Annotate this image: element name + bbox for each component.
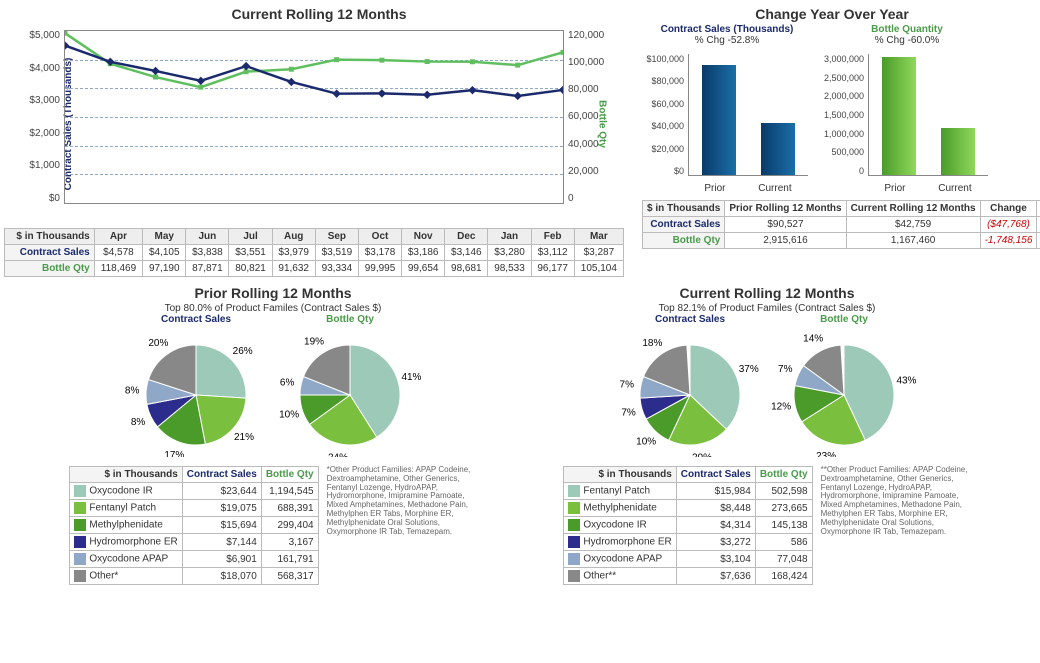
- svg-text:18%: 18%: [642, 338, 662, 349]
- svg-text:41%: 41%: [401, 372, 421, 383]
- yoy-cs-pct: % Chg -52.8%: [642, 35, 812, 46]
- svg-text:21%: 21%: [234, 432, 254, 443]
- svg-text:17%: 17%: [164, 450, 184, 457]
- prior-products-table: $ in ThousandsContract SalesBottle QtyOx…: [69, 466, 318, 585]
- line-chart: Contract Sales (Thousands) Bottle Qty $5…: [4, 24, 624, 224]
- yoy-cs-label: Contract Sales (Thousands): [642, 24, 812, 35]
- svg-text:20%: 20%: [148, 338, 168, 349]
- svg-text:14%: 14%: [803, 334, 823, 345]
- current-cs-pie: Contract Sales 37%20%10%7%7%18%: [616, 314, 764, 462]
- line-chart-data-table: $ in ThousandsAprMayJunJulAugSepOctNovDe…: [4, 228, 624, 277]
- prior-cs-pie: Contract Sales 26%21%17%8%8%20%: [122, 314, 270, 462]
- svg-text:10%: 10%: [279, 409, 299, 420]
- svg-text:8%: 8%: [125, 386, 140, 397]
- yoy-contract-sales-bar: Contract Sales (Thousands) % Chg -52.8% …: [642, 24, 812, 194]
- yoy-bq-pct: % Chg -60.0%: [822, 35, 992, 46]
- svg-text:20%: 20%: [692, 453, 712, 457]
- yoy-bq-label: Bottle Quantity: [822, 24, 992, 35]
- svg-text:43%: 43%: [896, 376, 916, 387]
- svg-text:7%: 7%: [778, 364, 793, 375]
- svg-text:7%: 7%: [620, 380, 635, 391]
- current-pie-block: Current Rolling 12 Months Top 82.1% of P…: [527, 283, 1007, 585]
- prior-products-note: *Other Product Families: APAP Codeine, D…: [327, 466, 477, 585]
- svg-text:12%: 12%: [771, 402, 791, 413]
- svg-text:26%: 26%: [233, 346, 253, 357]
- yoy-bottle-qty-bar: Bottle Quantity % Chg -60.0% 3,000,0002,…: [822, 24, 992, 194]
- prior-pie-block: Prior Rolling 12 Months Top 80.0% of Pro…: [33, 283, 513, 585]
- prior-bq-pie: Bottle Qty 41%24%10%6%19%: [276, 314, 424, 462]
- current-pie-subtitle: Top 82.1% of Product Familes (Contract S…: [527, 303, 1007, 314]
- prior-pie-title: Prior Rolling 12 Months: [33, 285, 513, 301]
- prior-pie-subtitle: Top 80.0% of Product Familes (Contract S…: [33, 303, 513, 314]
- svg-text:23%: 23%: [816, 451, 836, 457]
- svg-text:6%: 6%: [280, 378, 295, 389]
- svg-text:8%: 8%: [131, 417, 146, 428]
- svg-text:10%: 10%: [636, 436, 656, 447]
- current-products-note: **Other Product Families: APAP Codeine, …: [821, 466, 971, 585]
- svg-text:37%: 37%: [739, 364, 759, 375]
- current-pie-title: Current Rolling 12 Months: [527, 285, 1007, 301]
- yoy-data-table: $ in ThousandsPrior Rolling 12 MonthsCur…: [642, 200, 1040, 249]
- current-bq-pie: Bottle Qty 43%23%12%7%14%: [770, 314, 918, 462]
- yoy-title: Change Year Over Year: [642, 6, 1022, 22]
- svg-text:24%: 24%: [328, 453, 348, 457]
- svg-text:7%: 7%: [621, 407, 636, 418]
- current-products-table: $ in ThousandsContract SalesBottle QtyFe…: [563, 466, 812, 585]
- line-chart-title: Current Rolling 12 Months: [4, 6, 634, 22]
- svg-text:19%: 19%: [304, 337, 324, 348]
